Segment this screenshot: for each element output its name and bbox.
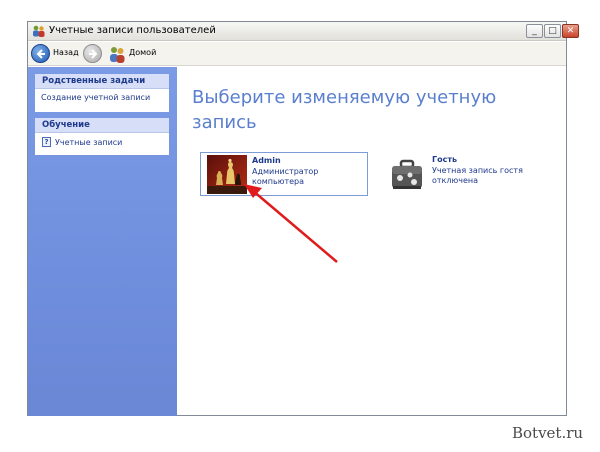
- arrow-right-icon: [89, 49, 98, 59]
- home-users-icon[interactable]: [107, 44, 127, 64]
- page-title: Выберите изменяемую учетную запись: [192, 87, 497, 133]
- home-label[interactable]: Домой: [129, 48, 156, 57]
- title-bar[interactable]: Учетные записи пользователей _ □ ✕: [28, 22, 579, 41]
- related-tasks-panel: Родственные задачи Создание учетной запи…: [35, 74, 169, 112]
- minimize-button[interactable]: _: [526, 24, 543, 38]
- account-name: Admin: [252, 156, 281, 165]
- users-app-icon: [33, 25, 45, 37]
- arrow-left-icon: [36, 49, 45, 59]
- help-link-label: Учетные записи: [55, 137, 123, 147]
- close-button[interactable]: ✕: [562, 24, 579, 38]
- account-guest[interactable]: Гость Учетная запись гостя отключена: [381, 152, 549, 196]
- create-account-link[interactable]: Создание учетной записи: [41, 93, 166, 102]
- chess-picture: [207, 155, 247, 194]
- account-description: Администратор компьютера: [252, 167, 319, 186]
- related-tasks-header[interactable]: Родственные задачи: [35, 74, 169, 89]
- user-accounts-help-link[interactable]: ? Учетные записи: [41, 137, 166, 147]
- task-pane: Родственные задачи Создание учетной запи…: [28, 67, 177, 416]
- user-accounts-window: Учетные записи пользователей _ □ ✕ Назад…: [27, 21, 579, 416]
- learning-header[interactable]: Обучение: [35, 118, 169, 133]
- maximize-button[interactable]: □: [544, 24, 561, 38]
- maximize-icon: □: [548, 26, 557, 36]
- minimize-icon: _: [532, 26, 537, 36]
- toolbar: Назад Домой: [28, 42, 566, 66]
- forward-button[interactable]: [83, 44, 102, 63]
- help-icon: ?: [42, 137, 51, 147]
- account-name: Гость: [432, 155, 458, 164]
- account-description: Учетная запись гостя отключена: [432, 166, 523, 185]
- briefcase-picture: [392, 159, 422, 189]
- window-title: Учетные записи пользователей: [49, 25, 216, 36]
- back-label[interactable]: Назад: [53, 48, 79, 57]
- learning-panel: Обучение ? Учетные записи: [35, 118, 169, 155]
- watermark: Botvet.ru: [512, 424, 584, 442]
- account-admin[interactable]: Admin Администратор компьютера: [200, 152, 368, 196]
- close-icon: ✕: [566, 26, 575, 36]
- back-button[interactable]: [31, 44, 50, 63]
